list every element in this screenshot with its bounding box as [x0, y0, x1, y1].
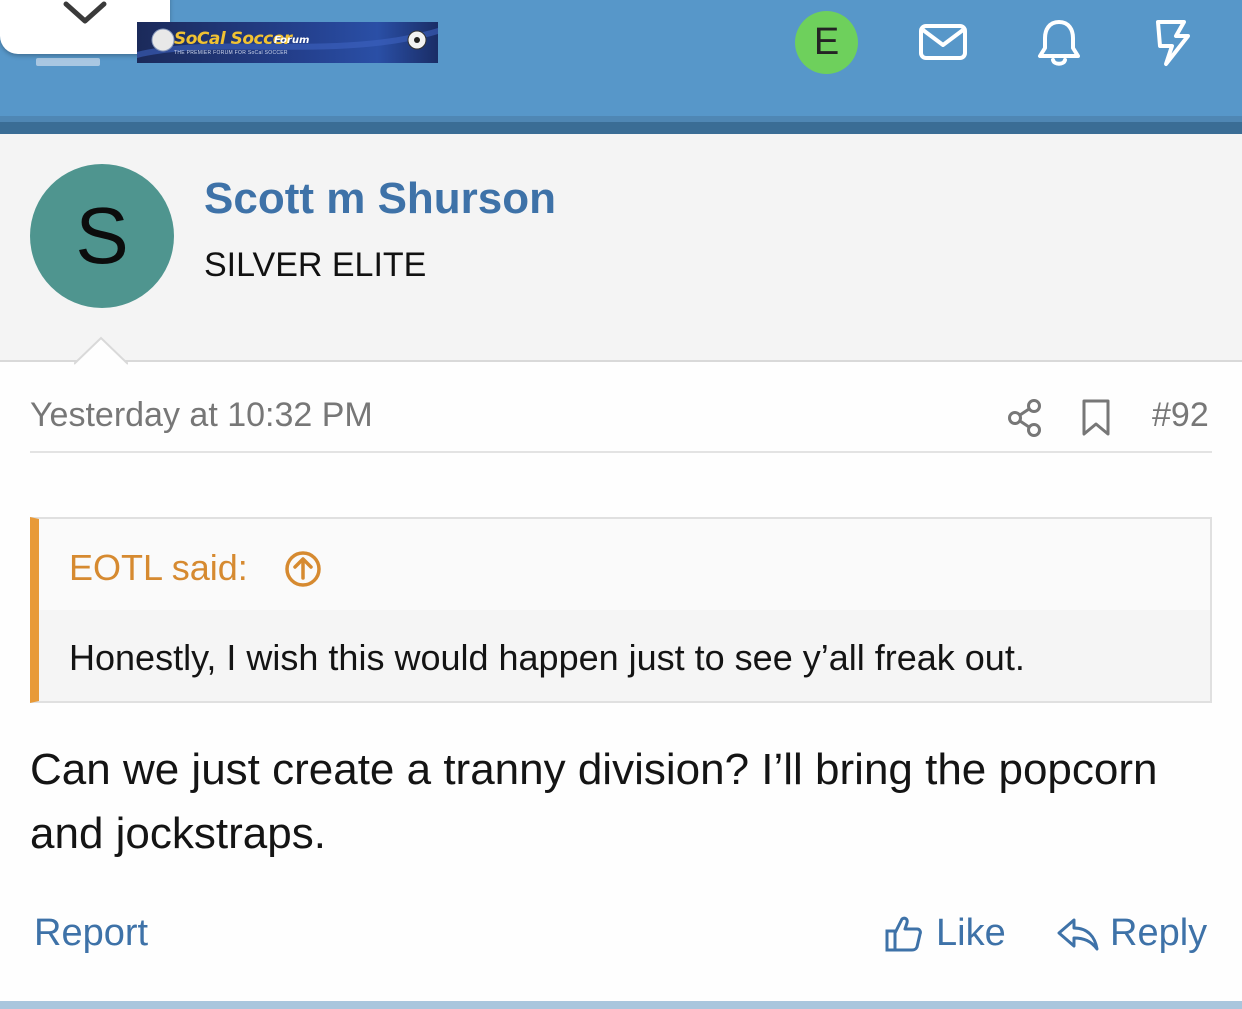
logo-suffix-text: Forum — [274, 35, 310, 46]
mail-icon[interactable] — [918, 22, 968, 62]
quote-block: EOTL said: Honestly, I wish this would h… — [30, 517, 1212, 703]
bookmark-icon[interactable] — [1080, 398, 1112, 438]
author-avatar[interactable]: S — [30, 164, 174, 308]
bell-icon[interactable] — [1036, 18, 1082, 68]
post-author-block: S Scott m Shurson SILVER ELITE — [0, 134, 1242, 365]
quote-header: EOTL said: — [39, 519, 1210, 610]
author-name[interactable]: Scott m Shurson — [204, 174, 556, 224]
post-meta-divider — [30, 451, 1212, 453]
reply-icon — [1057, 918, 1099, 951]
share-icon[interactable] — [1006, 398, 1044, 438]
site-logo[interactable]: SoCal Soccer Forum THE PREMIER FORUM FOR… — [137, 22, 438, 63]
logo-tagline: THE PREMIER FORUM FOR SoCal SOCCER — [174, 50, 288, 56]
top-bar-shadow — [0, 116, 1242, 134]
post-number[interactable]: #92 — [1152, 396, 1209, 435]
lightning-icon[interactable] — [1150, 18, 1194, 68]
quote-author[interactable]: EOTL said: — [69, 547, 248, 589]
author-title: SILVER ELITE — [204, 246, 427, 284]
chevron-down-icon — [63, 1, 107, 24]
like-label: Like — [936, 912, 1006, 954]
account-avatar[interactable]: E — [795, 11, 858, 74]
thumbs-up-icon — [885, 916, 922, 952]
post-timestamp[interactable]: Yesterday at 10:32 PM — [30, 396, 373, 435]
author-pointer-notch — [74, 336, 128, 365]
post-body: Can we just create a tranny division? I’… — [30, 745, 1158, 858]
menu-icon[interactable] — [36, 58, 100, 66]
report-link[interactable]: Report — [34, 912, 148, 955]
quote-text: Honestly, I wish this would happen just … — [69, 637, 1025, 678]
reply-label: Reply — [1110, 912, 1208, 954]
post-bottom-border — [0, 1001, 1242, 1009]
go-to-quoted-post-icon[interactable] — [283, 549, 323, 589]
